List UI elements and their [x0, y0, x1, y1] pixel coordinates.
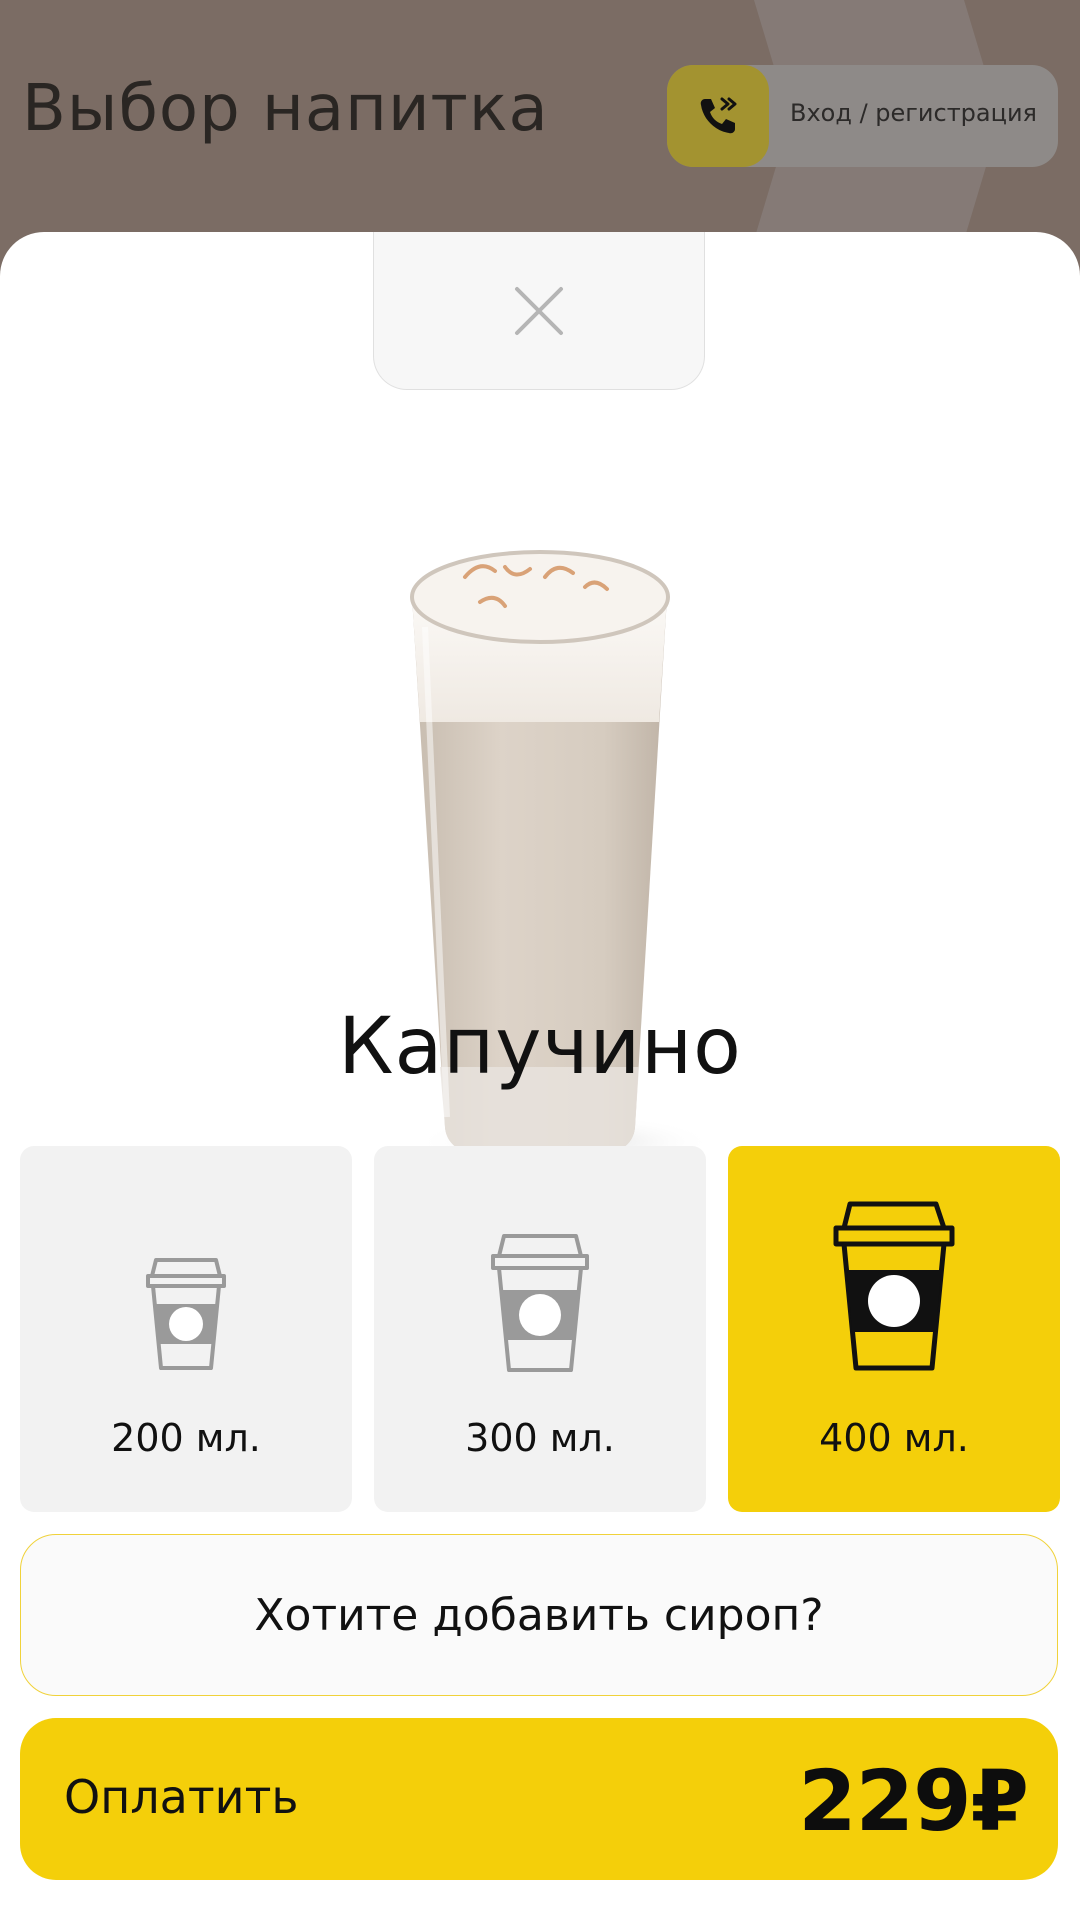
- add-syrup-label: Хотите добавить сироп?: [254, 1589, 824, 1641]
- header: Выбор напитка Вход / регистрация: [0, 0, 1080, 240]
- cup-large-icon: [833, 1201, 955, 1371]
- drink-name: Капучино: [338, 1002, 742, 1092]
- add-syrup-button[interactable]: Хотите добавить сироп?: [20, 1534, 1058, 1696]
- size-option-400[interactable]: 400 мл.: [728, 1146, 1060, 1512]
- drink-modal: Капучино 200 мл. 300 мл. 400 мл. Хотите …: [0, 232, 1080, 1932]
- size-option-300[interactable]: 300 мл.: [374, 1146, 706, 1512]
- close-icon: [515, 286, 563, 335]
- size-label: 300 мл.: [465, 1416, 615, 1460]
- page-title: Выбор напитка: [22, 72, 549, 146]
- close-button[interactable]: [373, 232, 705, 390]
- login-button[interactable]: Вход / регистрация: [667, 65, 1058, 167]
- phone-icon: [667, 65, 769, 167]
- size-selector: 200 мл. 300 мл. 400 мл.: [20, 1146, 1060, 1512]
- cup-small-icon: [146, 1258, 226, 1370]
- pay-label: Оплатить: [64, 1770, 299, 1824]
- size-label: 200 мл.: [111, 1416, 261, 1460]
- price: 229₽: [798, 1752, 1029, 1850]
- pay-button[interactable]: Оплатить 229₽: [20, 1718, 1058, 1880]
- size-option-200[interactable]: 200 мл.: [20, 1146, 352, 1512]
- login-label: Вход / регистрация: [790, 99, 1037, 127]
- cup-medium-icon: [491, 1234, 589, 1372]
- size-label: 400 мл.: [819, 1416, 969, 1460]
